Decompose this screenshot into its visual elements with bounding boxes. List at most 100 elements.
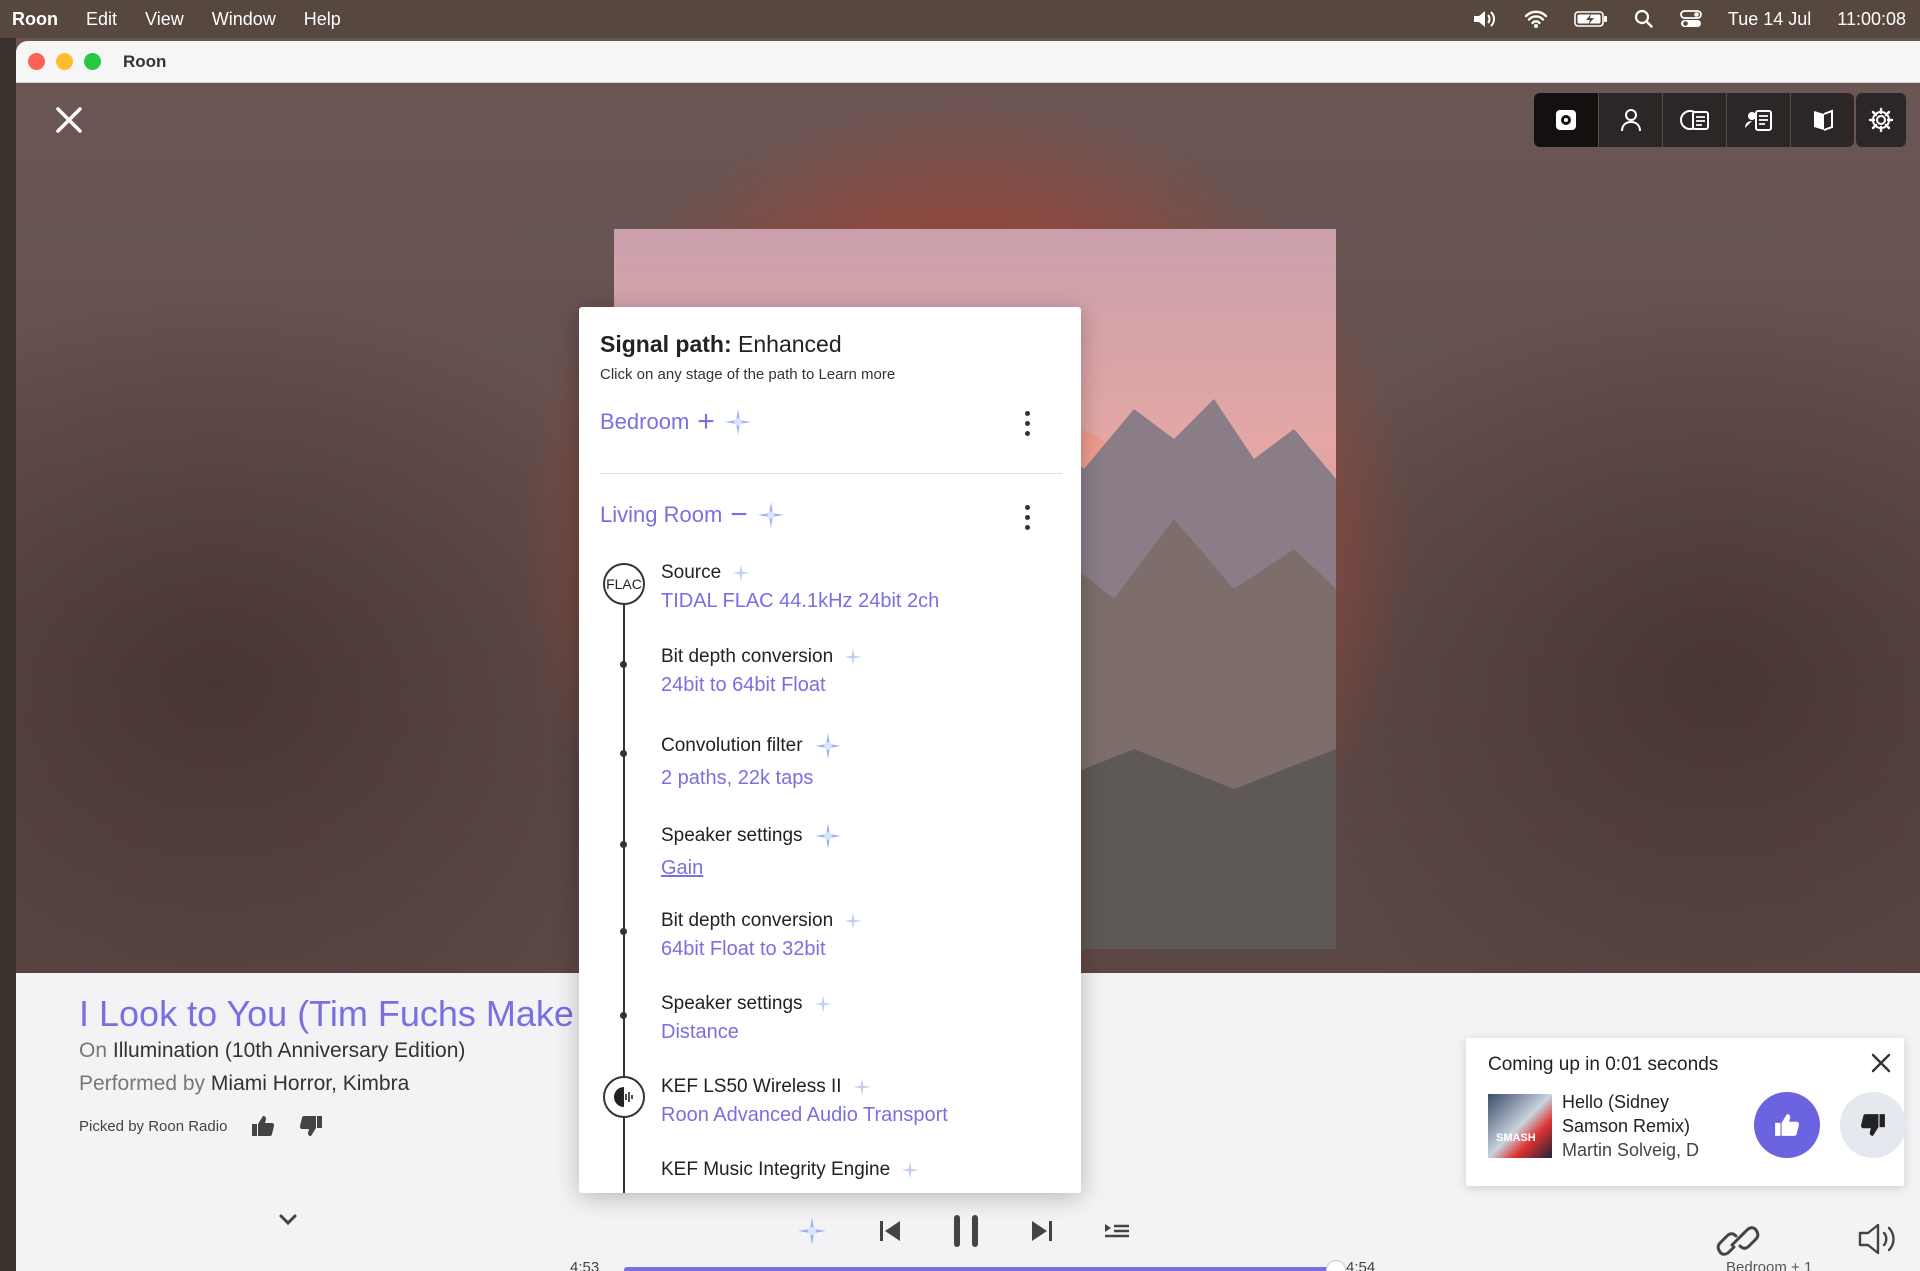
menu-edit[interactable]: Edit (86, 9, 117, 30)
stage-value[interactable]: 2 paths, 22k taps (661, 767, 843, 790)
sparkle-icon (732, 564, 750, 582)
elapsed-time: 4:53 (570, 1259, 600, 1271)
transport-controls (796, 1213, 1130, 1249)
stage-label: Convolution filter (661, 735, 803, 756)
up-next-artist[interactable]: Martin Solveig, D (1562, 1140, 1717, 1161)
volume-status-icon[interactable] (1472, 9, 1498, 29)
seek-bar[interactable] (624, 1260, 1346, 1271)
album-link[interactable]: Illumination (10th Anniversary Edition) (113, 1039, 466, 1062)
album-prefix: On (79, 1039, 108, 1062)
up-next-song[interactable]: Hello (Sidney Samson Remix) (1562, 1090, 1717, 1138)
tab-credits[interactable] (1726, 93, 1790, 147)
stage-value[interactable]: Distance (661, 1021, 833, 1044)
up-next-dislike-button[interactable] (1840, 1092, 1906, 1158)
tab-artist[interactable] (1598, 93, 1662, 147)
tab-album-info[interactable] (1790, 93, 1854, 147)
menu-window[interactable]: Window (212, 9, 276, 30)
zone-row-living-room[interactable]: Living Room − (600, 500, 786, 530)
track-title[interactable]: I Look to You (Tim Fuchs Make (79, 993, 574, 1035)
artists-link[interactable]: Miami Horror, Kimbra (211, 1072, 409, 1095)
path-dot (620, 928, 627, 935)
close-now-playing-icon[interactable] (52, 103, 86, 137)
volume-icon[interactable] (1856, 1221, 1898, 1257)
sparkle-icon (844, 912, 862, 930)
minimize-window-button[interactable] (56, 53, 73, 70)
thumbs-up-icon[interactable] (251, 1115, 275, 1137)
seek-bar-fill (624, 1267, 1336, 1271)
desktop-edge (0, 38, 16, 1271)
menu-view[interactable]: View (145, 9, 184, 30)
signal-path-label: Signal path: (600, 331, 732, 357)
expand-zone-toggle[interactable]: + (697, 407, 715, 437)
stage-bit-depth-out[interactable]: Bit depth conversion 64bit Float to 32bi… (661, 910, 863, 961)
close-window-button[interactable] (28, 53, 45, 70)
thumbs-up-icon (1775, 1114, 1799, 1136)
person-icon (1620, 109, 1641, 132)
wifi-icon[interactable] (1524, 9, 1548, 29)
sparkle-icon (724, 408, 751, 436)
menubar-date[interactable]: Tue 14 Jul (1728, 9, 1811, 30)
thumbs-down-icon[interactable] (299, 1115, 323, 1137)
window-title: Roon (123, 51, 167, 71)
zone-label[interactable]: Bedroom + 1 (1726, 1259, 1812, 1271)
path-dot (620, 750, 627, 757)
stage-label: KEF Music Integrity Engine (661, 1159, 891, 1180)
stage-label: Source (661, 562, 722, 583)
spotlight-search-icon[interactable] (1634, 9, 1654, 29)
sparkle-icon (798, 1217, 826, 1245)
menu-help[interactable]: Help (304, 9, 341, 30)
stage-bit-depth-in[interactable]: Bit depth conversion 24bit to 64bit Floa… (661, 646, 863, 697)
bedroom-more-menu[interactable] (1025, 411, 1031, 441)
dsp-enhanced-button[interactable] (796, 1215, 828, 1247)
up-next-card: Coming up in 0:01 seconds SMASH Hello (S… (1466, 1038, 1906, 1186)
stage-source[interactable]: Source TIDAL FLAC 44.1kHz 24bit 2ch (661, 562, 939, 613)
pause-button[interactable] (952, 1213, 980, 1249)
battery-icon[interactable] (1574, 10, 1608, 28)
sparkle-icon (814, 822, 841, 850)
stage-kef-engine[interactable]: KEF Music Integrity Engine (661, 1159, 920, 1181)
signal-path-quality[interactable]: Enhanced (738, 331, 842, 357)
seek-handle[interactable] (1325, 1260, 1346, 1271)
zone-name[interactable]: Living Room (600, 502, 722, 528)
zoom-window-button[interactable] (84, 53, 101, 70)
stage-value[interactable]: 64bit Float to 32bit (661, 938, 863, 961)
signal-path-title: Signal path: Enhanced (600, 331, 842, 358)
zone-link-icon[interactable] (1716, 1221, 1760, 1261)
stage-label: Bit depth conversion (661, 646, 834, 667)
stage-value[interactable]: TIDAL FLAC 44.1kHz 24bit 2ch (661, 590, 939, 613)
sparkle-icon (757, 501, 784, 529)
settings-button[interactable] (1856, 93, 1906, 147)
zone-row-bedroom[interactable]: Bedroom + (600, 407, 753, 437)
menu-app-roon[interactable]: Roon (12, 9, 58, 30)
picked-by-label: Picked by Roon Radio (79, 1117, 228, 1135)
up-next-like-button[interactable] (1754, 1092, 1820, 1158)
zone-name[interactable]: Bedroom (600, 409, 689, 435)
control-center-icon[interactable] (1679, 9, 1702, 29)
stage-speaker-distance[interactable]: Speaker settings Distance (661, 993, 833, 1044)
stage-value[interactable]: 24bit to 64bit Float (661, 674, 863, 697)
menubar-time[interactable]: 11:00:08 (1837, 9, 1906, 30)
tab-cover-art[interactable] (1534, 93, 1598, 147)
signal-path-popup: Signal path: Enhanced Click on any stage… (579, 307, 1081, 1193)
previous-track-button[interactable] (878, 1219, 902, 1243)
stage-label: Bit depth conversion (661, 910, 834, 931)
collapse-zone-toggle[interactable]: − (730, 500, 748, 530)
window-titlebar: Roon (16, 41, 1920, 83)
stage-kef-device[interactable]: KEF LS50 Wireless II Roon Advanced Audio… (661, 1076, 948, 1127)
tab-lyrics[interactable] (1662, 93, 1726, 147)
stage-speaker-gain[interactable]: Speaker settings Gain (661, 821, 843, 880)
gear-icon (1868, 107, 1894, 133)
queue-button[interactable] (1104, 1221, 1130, 1241)
skip-forward-icon (1032, 1221, 1052, 1241)
living-room-more-menu[interactable] (1025, 505, 1031, 535)
stage-value[interactable]: Roon Advanced Audio Transport (661, 1104, 948, 1127)
close-up-next-icon[interactable] (1870, 1052, 1892, 1074)
performers-prefix: Performed by (79, 1072, 206, 1095)
stage-value[interactable]: Gain (661, 857, 843, 880)
next-track-button[interactable] (1030, 1219, 1054, 1243)
chevron-down-icon[interactable] (278, 1213, 298, 1227)
stage-label: Speaker settings (661, 993, 803, 1014)
stage-convolution[interactable]: Convolution filter 2 paths, 22k taps (661, 731, 843, 790)
queue-icon (1105, 1224, 1129, 1238)
up-next-thumbnail: SMASH (1488, 1094, 1552, 1158)
